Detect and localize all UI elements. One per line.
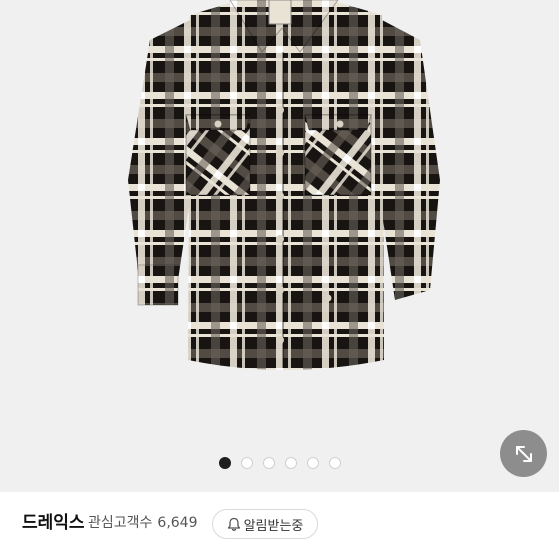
expand-image-button[interactable] — [500, 430, 547, 477]
bell-icon — [227, 517, 240, 531]
brand-name[interactable]: 드레익스 — [22, 508, 85, 533]
followers-info: 관심고객수 6,649 — [88, 512, 198, 532]
carousel-dot-6[interactable] — [329, 457, 341, 469]
carousel-dot-3[interactable] — [263, 457, 275, 469]
product-image — [128, 0, 440, 370]
carousel-dot-5[interactable] — [307, 457, 319, 469]
product-image-area — [0, 0, 559, 492]
expand-diagonal-arrows-icon — [515, 445, 532, 462]
brand-info-bar: 드레익스 관심고객수 6,649 알림받는중 — [0, 492, 559, 559]
carousel-indicators — [0, 457, 559, 471]
notification-toggle-label: 알림받는중 — [243, 518, 304, 534]
followers-count: 6,649 — [157, 515, 198, 531]
notification-toggle-button[interactable]: 알림받는중 — [212, 509, 318, 539]
carousel-dot-1[interactable] — [219, 457, 231, 469]
carousel-dot-2[interactable] — [241, 457, 253, 469]
followers-label: 관심고객수 — [88, 515, 153, 531]
carousel-dot-4[interactable] — [285, 457, 297, 469]
